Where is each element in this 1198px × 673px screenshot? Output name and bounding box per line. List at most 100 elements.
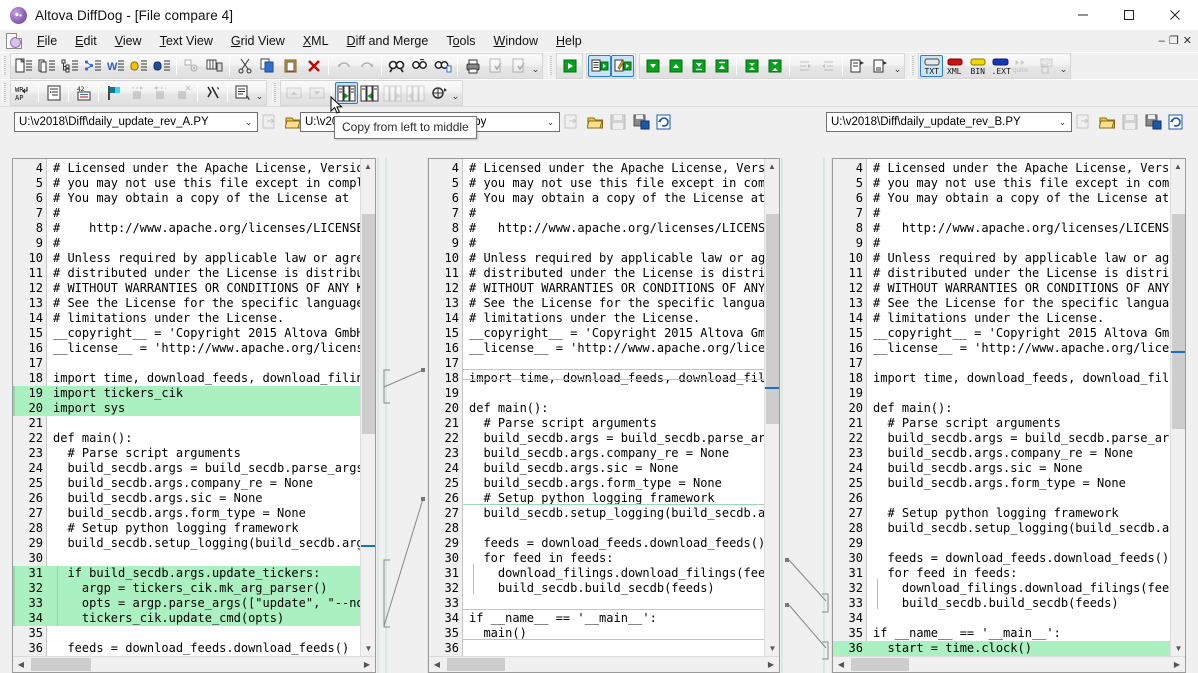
print-setup-icon[interactable] [507,55,530,77]
merge-settings-icon[interactable] [427,82,450,104]
code-line[interactable]: 7# [429,206,764,221]
code-line[interactable]: 32 argp = tickers_cik.mk_arg_parser() [13,581,360,596]
new-db-compare-icon[interactable] [58,55,81,77]
prev-difference-icon[interactable] [664,55,687,77]
merge-right-icon[interactable] [869,55,892,77]
left-vertical-scrollbar[interactable]: ▲ ▼ [360,159,375,656]
menu-item-edit[interactable]: Edit [66,32,106,51]
close-button[interactable] [1152,0,1198,30]
code-line[interactable]: 31 for feed in feeds: [833,566,1170,581]
code-line[interactable]: 18import time, download_feeds, download_… [833,371,1170,386]
sort-icon[interactable] [201,82,224,104]
middle-scroll-thumb[interactable] [766,214,779,424]
binary-mode-icon[interactable]: BIN [966,55,989,77]
code-line[interactable]: 16__license__ = 'http://www.apache.org/l… [833,341,1170,356]
code-line[interactable]: 4# Licensed under the Apache License, Ve… [429,161,764,176]
code-line[interactable]: 5# you may not use this file except in c… [13,176,360,191]
last-difference-icon[interactable] [687,55,710,77]
code-line[interactable]: 17 [833,356,1170,371]
code-line[interactable]: 21 [13,416,360,431]
code-line[interactable]: 29 [833,536,1170,551]
xml-mode-icon[interactable]: XML [943,55,966,77]
scroll-down-arrow-icon[interactable]: ▼ [1171,641,1186,656]
code-line[interactable]: 36 [429,641,764,656]
show-line-numbers-icon[interactable] [42,82,65,104]
mdi-minimize-button[interactable]: – [1159,36,1165,47]
toolbar-grip[interactable] [2,83,8,103]
code-line[interactable]: 10# Unless required by applicable law or… [429,251,764,266]
left-file-pane[interactable]: 4# Licensed under the Apache License, Ve… [12,158,376,673]
new-xml-compare-icon[interactable] [81,55,104,77]
code-line[interactable]: 29 build_secdb.setup_logging(build_secdb… [13,536,360,551]
code-line[interactable]: 22 build_secdb.args = build_secdb.parse_… [429,431,764,446]
middle-file-pane[interactable]: 4# Licensed under the Apache License, Ve… [428,158,780,673]
code-line[interactable]: 18import time, download_feeds, download_… [13,371,360,386]
scroll-up-icon[interactable] [282,82,305,104]
menu-item-text-view[interactable]: Text View [151,32,222,51]
print-preview-icon[interactable] [484,55,507,77]
menu-item-diff-and-merge[interactable]: Diff and Merge [338,32,438,51]
menu-item-help[interactable]: Help [547,32,591,51]
code-line[interactable]: 33 opts = argp.parse_args(["update", "--… [13,596,360,611]
left-code-area[interactable]: 4# Licensed under the Apache License, Ve… [13,159,360,656]
left-horizontal-scrollbar[interactable]: ◀ ▶ [13,656,375,672]
menu-item-grid-view[interactable]: Grid View [222,32,294,51]
ext-mode-icon[interactable]: .EXT [989,55,1012,77]
middle-save-file-icon[interactable] [608,111,629,133]
new-folder-compare-icon[interactable] [35,55,58,77]
toolbar-grip[interactable] [2,56,8,76]
new-db-schema-compare-icon[interactable] [150,55,173,77]
code-line[interactable]: 24 build_secdb.args = build_secdb.parse_… [13,461,360,476]
undo-icon[interactable] [332,55,355,77]
code-line[interactable]: 15__copyright__ = 'Copyright 2015 Altova… [13,326,360,341]
menu-item-window[interactable]: Window [485,32,547,51]
copy-middle-to-right-icon[interactable] [404,82,427,104]
scroll-up-arrow-icon[interactable]: ▲ [765,159,779,174]
pretty-print-icon[interactable] [231,82,254,104]
toolbar-overflow-button[interactable]: ⌄ [530,55,541,77]
code-line[interactable]: 27 build_secdb.setup_logging(build_secdb… [429,506,764,521]
code-line[interactable]: 12# WITHOUT WARRANTIES OR CONDITIONS OF … [429,281,764,296]
new-db-data-compare-icon[interactable] [127,55,150,77]
mdi-close-button[interactable]: ✕ [1183,36,1192,47]
right-reload-file-icon[interactable] [1166,111,1187,133]
code-line[interactable]: 13# See the License for the specific lan… [13,296,360,311]
code-line[interactable]: 6# You may obtain a copy of the License … [13,191,360,206]
middle-reload-file-icon[interactable] [654,111,675,133]
cut-icon[interactable] [233,55,256,77]
code-line[interactable]: 25 build_secdb.args.form_type = None [429,476,764,491]
code-line[interactable]: 35if __name__ == '__main__': [833,626,1170,641]
code-line[interactable]: 17 [13,356,360,371]
two-way-compare-icon[interactable] [588,55,611,77]
merge-left-icon[interactable] [846,55,869,77]
middle-hscroll-thumb[interactable] [447,658,505,671]
right-save-as-icon[interactable] [1143,111,1164,133]
code-line[interactable]: 34 [833,611,1170,626]
code-line[interactable]: 6# You may obtain a copy of the License … [833,191,1170,206]
left-scroll-thumb[interactable] [362,214,375,434]
code-line[interactable]: 7# [833,206,1170,221]
right-vertical-scrollbar[interactable]: ▲ ▼ [1170,159,1185,656]
left-hscroll-thumb[interactable] [31,658,91,671]
code-line[interactable]: 27 # Setup python logging framework [833,506,1170,521]
code-line[interactable]: 30 feeds = download_feeds.download_feeds… [833,551,1170,566]
code-line[interactable]: 12# WITHOUT WARRANTIES OR CONDITIONS OF … [833,281,1170,296]
copy-icon[interactable] [256,55,279,77]
replace-icon[interactable] [431,55,454,77]
right-horizontal-scrollbar[interactable]: ◀ ▶ [833,656,1185,672]
code-line[interactable]: 19 [429,386,764,401]
collapse-all-icon[interactable] [763,55,786,77]
code-line[interactable]: 4# Licensed under the Apache License, Ve… [833,161,1170,176]
code-line[interactable]: 28 [429,521,764,536]
code-line[interactable]: 20def main(): [429,401,764,416]
zip-compare-icon[interactable]: ZIP [1035,55,1058,77]
bookmark-remove-icon[interactable] [171,82,194,104]
left-file-path-combo[interactable]: U:\v2018\Diff\daily_update_rev_A.PY ⌄ [14,112,258,132]
code-line[interactable]: 25 build_secdb.args.company_re = None [13,476,360,491]
right-code-area[interactable]: 4# Licensed under the Apache License, Ve… [833,159,1170,656]
code-line[interactable]: 16__license__ = 'http://www.apache.org/l… [429,341,764,356]
code-line[interactable]: 8# http://www.apache.org/licenses/LICENS… [13,221,360,236]
right-file-pane[interactable]: 4# Licensed under the Apache License, Ve… [832,158,1186,673]
copy-all-left-icon[interactable] [793,55,816,77]
code-line[interactable]: 10# Unless required by applicable law or… [833,251,1170,266]
